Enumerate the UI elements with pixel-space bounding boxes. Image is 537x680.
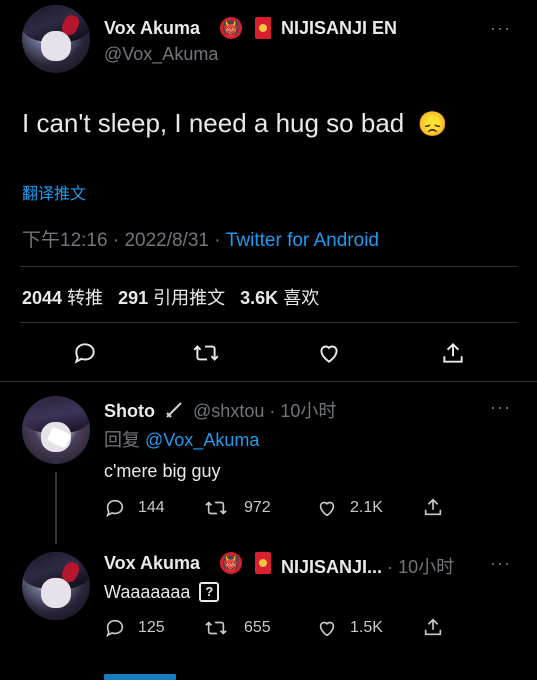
display-name[interactable]: Vox Akuma — [104, 553, 200, 573]
like-count[interactable]: 2.1K — [350, 499, 383, 517]
timestamp-row: 下午12:16 · 2022/8/31 · Twitter for Androi… — [22, 225, 379, 252]
red-envelope-icon — [255, 552, 271, 574]
thread-line — [55, 472, 57, 544]
time-ago[interactable]: 10小时 — [280, 401, 336, 421]
more-options-icon[interactable]: ··· — [490, 18, 511, 39]
like-icon[interactable] — [316, 340, 342, 366]
reply-header-meta: NIJISANJI... · 10小时 — [281, 553, 454, 579]
tweet-date[interactable]: 2022/8/31 — [124, 230, 209, 251]
tweet-text-body: I can't sleep, I need a hug so bad — [22, 108, 405, 138]
reply-header: Vox Akuma — [104, 553, 200, 574]
avatar[interactable] — [22, 5, 90, 73]
divider — [0, 381, 537, 382]
reply-icon[interactable] — [72, 340, 98, 366]
stats-row: 2044 转推 291 引用推文 3.6K 喜欢 — [22, 284, 319, 310]
separator-dot: · — [269, 401, 276, 421]
tweet-text: I can't sleep, I need a hug so bad 😞 — [22, 108, 447, 139]
unknown-glyph-icon: ? — [199, 582, 220, 602]
avatar[interactable] — [22, 396, 90, 464]
share-icon[interactable] — [422, 496, 444, 518]
reply-icon[interactable] — [104, 497, 126, 519]
org-label: NIJISANJI EN — [281, 18, 398, 38]
divider — [20, 266, 517, 267]
quotes-label[interactable]: 引用推文 — [153, 288, 225, 308]
tweet-time[interactable]: 下午12:16 — [22, 230, 108, 251]
avatar[interactable] — [22, 552, 90, 620]
share-icon[interactable] — [440, 340, 466, 366]
devil-emoji: 👹 — [222, 554, 240, 571]
reply-text: c'mere big guy — [104, 461, 221, 481]
like-icon[interactable] — [316, 497, 338, 519]
retweet-icon[interactable] — [204, 497, 228, 519]
reply-to-handle[interactable]: @Vox_Akuma — [145, 430, 259, 450]
likes-label[interactable]: 喜欢 — [283, 288, 319, 308]
sword-icon — [164, 400, 184, 425]
tweet-source[interactable]: Twitter for Android — [226, 230, 379, 251]
separator-dot: · — [214, 230, 221, 251]
disappointed-emoji-icon: 😞 — [417, 111, 448, 138]
separator-dot: · — [112, 230, 120, 251]
handle[interactable]: @Vox_Akuma — [104, 44, 218, 65]
time-ago[interactable]: 10小时 — [398, 557, 454, 577]
like-count[interactable]: 1.5K — [350, 619, 383, 637]
handle[interactable]: @shxtou — [193, 401, 264, 421]
display-name[interactable]: Vox Akuma — [104, 18, 200, 39]
reply-text-body: Waaaaaaa — [104, 582, 191, 602]
more-options-icon[interactable]: ··· — [490, 397, 511, 418]
cut-off-link[interactable] — [104, 674, 176, 680]
reply-text: Waaaaaaa ? — [104, 582, 220, 603]
reply-to-line: 回复 @Vox_Akuma — [104, 426, 259, 452]
divider — [20, 322, 517, 323]
more-options-icon[interactable]: ··· — [490, 553, 511, 574]
retweet-icon[interactable] — [204, 617, 228, 639]
translate-tweet-link[interactable]: 翻译推文 — [22, 180, 86, 204]
reply-icon[interactable] — [104, 617, 126, 639]
retweets-count[interactable]: 2044 — [22, 288, 62, 308]
reply-to-prefix: 回复 — [104, 430, 140, 450]
devil-emoji: 👹 — [222, 19, 240, 36]
retweet-count[interactable]: 655 — [244, 619, 271, 637]
reply-count[interactable]: 125 — [138, 619, 165, 637]
devil-emoji-icon: 👹 — [220, 17, 242, 39]
like-icon[interactable] — [316, 617, 338, 639]
retweet-icon[interactable] — [192, 340, 220, 366]
display-name[interactable]: Shoto — [104, 401, 155, 421]
separator-dot: · — [387, 557, 394, 577]
reply-header: Shoto @shxtou · 10小时 — [104, 397, 336, 425]
org-label: NIJISANJI... — [281, 557, 383, 577]
red-envelope-icon — [255, 17, 271, 39]
likes-count[interactable]: 3.6K — [240, 288, 278, 308]
quotes-count[interactable]: 291 — [118, 288, 148, 308]
devil-emoji-icon: 👹 — [220, 552, 242, 574]
share-icon[interactable] — [422, 616, 444, 638]
retweets-label[interactable]: 转推 — [67, 288, 103, 308]
reply-count[interactable]: 144 — [138, 499, 165, 517]
retweet-count[interactable]: 972 — [244, 499, 271, 517]
